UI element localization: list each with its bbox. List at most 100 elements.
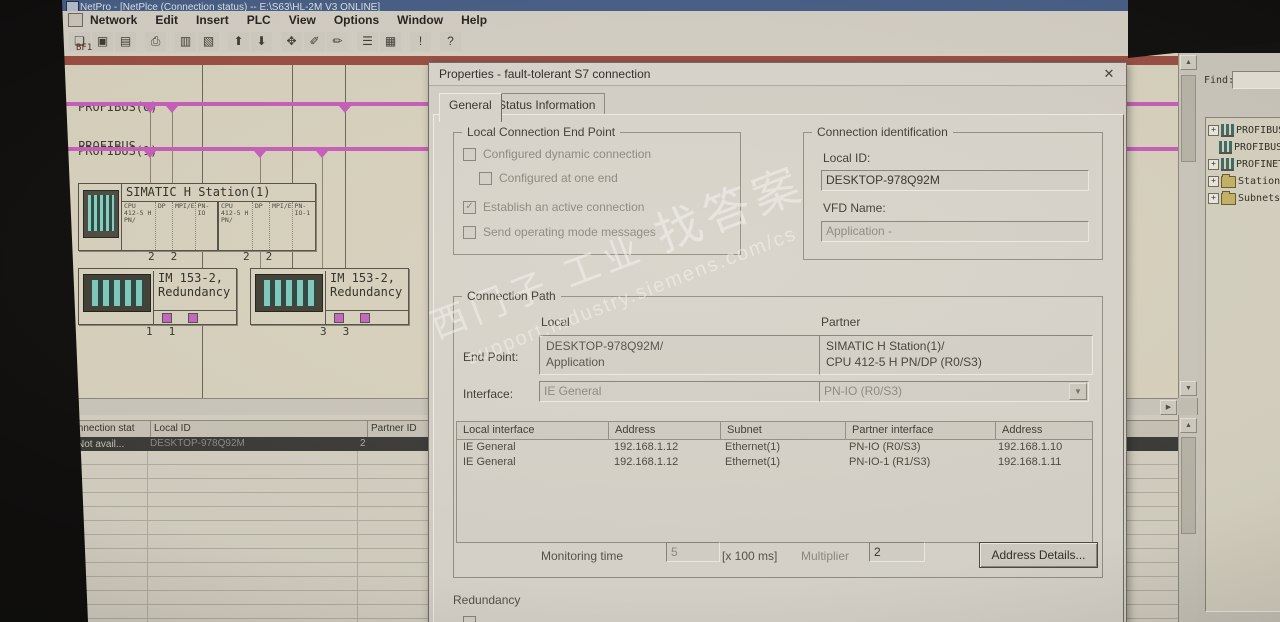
module-pnio: PN-IO: [197, 202, 210, 217]
station-icon: [83, 190, 119, 238]
toolbar-download-button[interactable]: ⬇: [251, 31, 272, 51]
scroll-thumb[interactable]: [1181, 437, 1196, 534]
menu-help[interactable]: Help: [461, 13, 487, 27]
tree-item-stations[interactable]: + Stations: [1208, 173, 1280, 189]
monitoring-time-label: Monitoring time: [541, 549, 624, 563]
window-title: NetPro - [NetPlce (Connection status) --…: [80, 2, 381, 11]
toolbar-link-button[interactable]: ✐: [304, 31, 325, 51]
address-details-button[interactable]: Address Details...: [979, 542, 1098, 568]
scroll-up-button[interactable]: ▲: [1180, 55, 1197, 70]
multiplier-input[interactable]: 2: [869, 542, 925, 562]
toolbar-save-button[interactable]: ▣: [92, 31, 113, 51]
interface-table-row[interactable]: IE General 192.168.1.12 Ethernet(1) PN-I…: [457, 455, 1092, 470]
im-port-square: [188, 313, 198, 323]
station-rack1[interactable]: CPU 412-5 H PN/ DP MPI/E PN-IO-1: [218, 201, 314, 251]
tree-item-profibus-2[interactable]: PROFIBUS-: [1219, 140, 1280, 155]
local-column-header: Local: [541, 315, 570, 329]
bus-tap: [339, 106, 351, 113]
expand-icon[interactable]: +: [1208, 159, 1219, 170]
toolbar-print-button[interactable]: ⎙: [145, 31, 166, 51]
document-window-icon[interactable]: [68, 13, 83, 27]
table-vertical-scrollbar[interactable]: ▲: [1178, 415, 1198, 622]
toolbar-fault-button[interactable]: !: [410, 31, 431, 51]
checkbox-checked-icon: ✓: [463, 200, 476, 214]
expand-icon[interactable]: +: [1208, 125, 1219, 136]
im1-label: IM 153-2, Redundancy: [153, 271, 236, 311]
screen: NetPro - [NetPlce (Connection status) --…: [0, 0, 1280, 622]
dialog-title-bar[interactable]: Properties - fault-tolerant S7 connectio…: [429, 63, 1126, 86]
station-rack0[interactable]: CPU 412-5 H PN/ DP MPI/E PN-IO: [121, 201, 218, 251]
network-icon: [1219, 141, 1232, 154]
menu-insert[interactable]: Insert: [196, 13, 229, 27]
toolbar: ❏ ▣ ▤ ⎙ ▥ ▧ ⬆ ⬇ ✥ ✐ ✏ ☰ ▦ ! ?: [62, 29, 1141, 54]
bus-tap: [144, 151, 156, 158]
monitoring-time-input[interactable]: 5: [666, 542, 720, 562]
vfd-name-label: VFD Name:: [823, 201, 886, 215]
canvas-top-label: BF1: [76, 43, 93, 53]
toolbar-upload-button[interactable]: ⬆: [228, 31, 249, 51]
menu-edit[interactable]: Edit: [155, 13, 178, 27]
toolbar-separator: [273, 32, 280, 51]
multiplier-label: Multiplier: [801, 549, 850, 563]
print-icon: ⎙: [150, 33, 161, 48]
im-rack-icon: [83, 274, 151, 312]
scroll-up-button[interactable]: ▲: [1180, 418, 1197, 433]
find-input[interactable]: [1232, 71, 1280, 89]
toolbar-copy-button[interactable]: ▥: [175, 31, 196, 51]
close-icon[interactable]: ✕: [1100, 65, 1118, 83]
toolbar-help-button[interactable]: ?: [440, 31, 461, 51]
menu-options[interactable]: Options: [334, 13, 379, 27]
toolbar-separator: [167, 32, 174, 51]
bus-tap: [166, 106, 178, 113]
toolbar-paste-button[interactable]: ▧: [198, 31, 219, 51]
menu-network[interactable]: Network: [90, 13, 137, 27]
toolbar-catalog-button[interactable]: ☰: [357, 31, 378, 51]
menu-view[interactable]: View: [289, 13, 316, 27]
end-point-label: End Point:: [463, 350, 519, 364]
toolbar-separator: [349, 32, 356, 51]
menu-window[interactable]: Window: [397, 13, 443, 27]
tree-item-subnets[interactable]: + Subnets: [1208, 190, 1280, 206]
interface-table-header: Local interface Address Subnet Partner i…: [457, 422, 1092, 440]
canvas-vertical-scrollbar[interactable]: ▲ ▼: [1178, 53, 1198, 398]
checkbox-icon: [463, 147, 476, 161]
module-mpi: MPI/E: [173, 202, 196, 250]
im2-port-strip: [325, 310, 408, 324]
toolbar-address-overview-button[interactable]: ▦: [380, 31, 401, 51]
interface-table-row[interactable]: IE General 192.168.1.12 Ethernet(1) PN-I…: [457, 440, 1092, 455]
help-icon: ?: [447, 33, 454, 48]
simatic-h-station[interactable]: SIMATIC H Station(1) CPU 412-5 H PN/ DP …: [78, 183, 316, 251]
module-dp: DP: [156, 202, 174, 250]
station-dp-numbers: 22: [148, 250, 194, 263]
im153-box-1[interactable]: IM 153-2, Redundancy: [78, 268, 237, 325]
catalog-icon: ☰: [362, 33, 373, 48]
expand-icon[interactable]: +: [1208, 176, 1219, 187]
network-icon: [1221, 158, 1234, 171]
scroll-right-button[interactable]: ▶: [1160, 400, 1177, 415]
scroll-thumb[interactable]: [1181, 75, 1196, 162]
toolbar-rearrange-button[interactable]: ✥: [281, 31, 302, 51]
im153-box-2[interactable]: IM 153-2, Redundancy: [250, 268, 409, 325]
menu-plc[interactable]: PLC: [247, 13, 271, 27]
window-title-bar: NetPro - [NetPlce (Connection status) --…: [62, 0, 1153, 11]
tree-item-profibus[interactable]: + PROFIBUS: [1208, 123, 1280, 138]
paste-icon: ▧: [202, 33, 215, 48]
tree-item-profinet[interactable]: + PROFINET: [1208, 157, 1280, 172]
local-id-input[interactable]: DESKTOP-978Q92M: [821, 170, 1089, 191]
partner-interface-combo: PN-IO (R0/S3) ▼: [819, 381, 1089, 402]
col-local-id[interactable]: Local ID: [151, 421, 368, 437]
redundancy-label: Redundancy: [453, 593, 521, 607]
network-selection-panel: Find: + PROFIBUS PROFIBUS- + PROFINET + …: [1197, 53, 1280, 622]
find-label: Find:: [1204, 75, 1235, 86]
expand-icon[interactable]: +: [1208, 193, 1219, 204]
tab-general[interactable]: General: [439, 93, 502, 122]
local-end-point-box: DESKTOP-978Q92M/ Application: [539, 335, 858, 375]
toolbar-save-options-button[interactable]: ▤: [115, 31, 136, 51]
station-dp-numbers: 22: [243, 250, 289, 263]
rearrange-icon: ✥: [286, 33, 297, 48]
upload-icon: ⬆: [233, 33, 244, 48]
scroll-down-button[interactable]: ▼: [1180, 381, 1197, 396]
unit-label: [x 100 ms]: [722, 549, 778, 563]
module-cpu: CPU 412-5 H PN/: [122, 202, 156, 250]
toolbar-break-link-button[interactable]: ✏: [327, 31, 348, 51]
